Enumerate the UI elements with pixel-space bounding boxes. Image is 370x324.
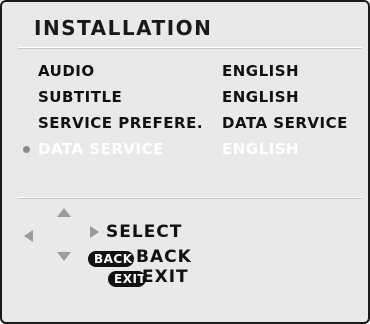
selection-bullet-icon bbox=[23, 146, 30, 153]
exit-hint: EXIT bbox=[142, 267, 189, 287]
osd-panel: INSTALLATION AUDIO ENGLISH SUBTITLE ENGL… bbox=[0, 0, 370, 324]
bottom-divider bbox=[18, 197, 362, 199]
settings-menu: AUDIO ENGLISH SUBTITLE ENGLISH SERVICE P… bbox=[2, 62, 368, 166]
back-key-icon: BACK bbox=[88, 251, 134, 267]
menu-item-value: ENGLISH bbox=[222, 62, 300, 80]
menu-item-data-service[interactable]: DATA SERVICE ENGLISH bbox=[2, 140, 368, 166]
arrow-left-icon bbox=[24, 230, 33, 242]
menu-item-audio[interactable]: AUDIO ENGLISH bbox=[2, 62, 368, 88]
arrow-right-icon bbox=[90, 226, 99, 238]
select-hint: SELECT bbox=[106, 222, 183, 242]
arrow-up-icon bbox=[57, 208, 71, 217]
menu-item-label: SUBTITLE bbox=[38, 88, 123, 106]
menu-item-label: SERVICE PREFERE. bbox=[38, 114, 204, 132]
menu-item-label: DATA SERVICE bbox=[38, 140, 164, 158]
menu-item-service-preference[interactable]: SERVICE PREFERE. DATA SERVICE bbox=[2, 114, 368, 140]
menu-item-value: ENGLISH bbox=[222, 88, 300, 106]
menu-item-subtitle[interactable]: SUBTITLE ENGLISH bbox=[2, 88, 368, 114]
navigation-legend: SELECT BACK BACK EXIT EXIT bbox=[2, 202, 368, 312]
back-hint: BACK bbox=[136, 247, 192, 267]
menu-item-value: DATA SERVICE bbox=[222, 114, 348, 132]
top-divider bbox=[18, 47, 362, 49]
menu-item-value: ENGLISH bbox=[222, 140, 300, 158]
page-title: INSTALLATION bbox=[34, 16, 213, 40]
menu-item-label: AUDIO bbox=[38, 62, 95, 80]
exit-key-icon: EXIT bbox=[108, 271, 146, 287]
arrow-down-icon bbox=[57, 252, 71, 261]
